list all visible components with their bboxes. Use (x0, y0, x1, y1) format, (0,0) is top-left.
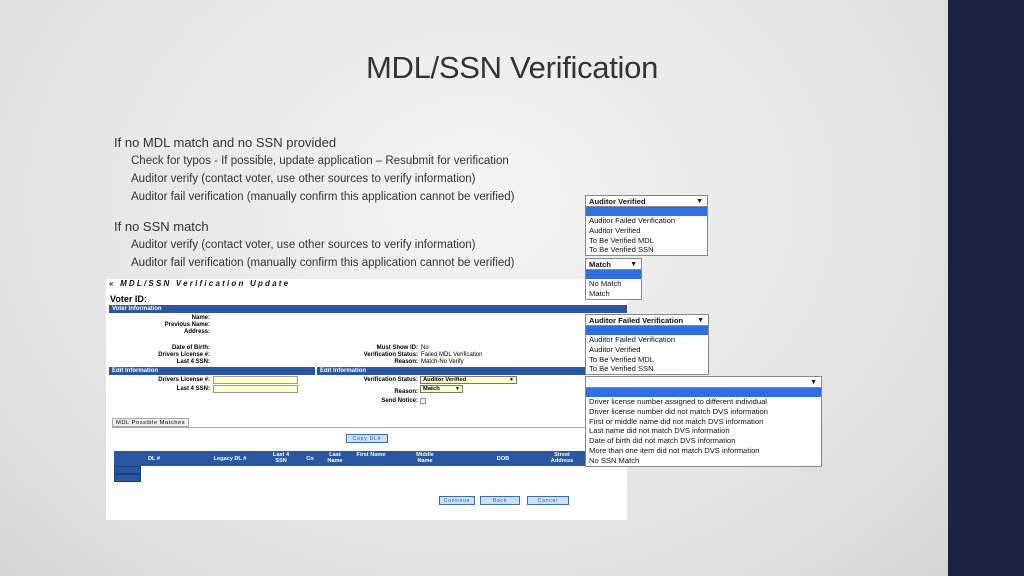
status-select[interactable]: Auditor Verified ▼ (420, 376, 517, 384)
back-button[interactable]: Back (480, 496, 520, 505)
cancel-button[interactable]: Cancel (527, 496, 569, 505)
failure-reason-dropdown[interactable]: ▼ Driver license number assigned to diff… (585, 376, 822, 467)
section-heading: If no SSN match (114, 219, 209, 234)
dropdown-option[interactable]: More than one item did not match DVS inf… (586, 446, 821, 456)
highlighted-option[interactable] (586, 207, 707, 216)
dropdown-option[interactable]: No SSN Match (586, 456, 821, 466)
highlighted-option[interactable] (586, 326, 708, 335)
ssn-label: Last 4 SSN: (176, 359, 210, 365)
dropdown-option[interactable]: To Be Verified MDL (586, 355, 708, 365)
tab-mdl-possible-matches[interactable]: MDL Possible Matches (112, 418, 190, 427)
dropdown-option[interactable]: Last name did not match DVS information (586, 426, 821, 436)
dropdown-selected[interactable]: ▼ (585, 376, 822, 388)
voter-id-label: Voter ID: (110, 294, 147, 304)
form-header: « MDL/SSN Verification Update (109, 279, 291, 288)
dropdown-selected[interactable]: Match ▼ (585, 258, 642, 270)
dropdown-option[interactable]: To Be Verified MDL (586, 236, 707, 246)
chevron-down-icon: ▼ (810, 379, 817, 386)
edit-ssn-label: Last 4 SSN: (176, 386, 210, 392)
reason-dropdown[interactable]: Match ▼ No Match Match (585, 258, 642, 300)
edit-info-bar-left: Edit Information (109, 367, 315, 375)
edit-info-bar-right: Edit Information (317, 367, 627, 375)
copy-dl-button[interactable]: Copy DL# (346, 434, 388, 443)
ssn-input[interactable] (213, 385, 298, 393)
column-header: Street Address (550, 452, 574, 464)
dropdown-list: Auditor Failed Verification Auditor Veri… (585, 326, 709, 376)
reason-select[interactable]: Match ▼ (420, 385, 463, 393)
continue-button[interactable]: Continue (439, 496, 475, 505)
column-header: DL # (147, 456, 161, 462)
bullet-item: Auditor fail verification (manually conf… (131, 191, 515, 203)
verification-form: « MDL/SSN Verification Update Voter ID: … (106, 279, 627, 520)
name-label: Name: (191, 315, 210, 321)
dl-label: Drivers License #: (158, 352, 210, 358)
chevron-down-icon: ▼ (630, 261, 637, 268)
bullet-item: Auditor fail verification (manually conf… (131, 257, 515, 269)
dropdown-selected[interactable]: Auditor Verified ▼ (585, 195, 708, 207)
dropdown-list: No Match Match (585, 270, 642, 300)
chevron-down-icon: ▼ (509, 377, 514, 383)
dropdown-option[interactable]: To Be Verified SSN (586, 364, 708, 374)
reason-label: Reason: (394, 359, 418, 365)
status-select-value: Auditor Verified (423, 377, 467, 383)
column-header: First Name (356, 452, 386, 458)
dropdown-option[interactable]: First or middle name did not match DVS i… (586, 417, 821, 427)
verification-status-label: Verification Status: (363, 352, 418, 358)
dob-label: Date of Birth: (172, 345, 210, 351)
must-show-id-value: No (421, 345, 429, 351)
send-notice-checkbox[interactable] (420, 398, 426, 404)
bullet-item: Auditor verify (contact voter, use other… (131, 239, 476, 251)
column-header: Middle Name (416, 452, 434, 464)
dropdown-selected[interactable]: Auditor Failed Verification ▼ (585, 314, 709, 326)
sidebar-accent (948, 0, 1024, 576)
dropdown-option[interactable]: Auditor Verified (586, 226, 707, 236)
matches-table-header: DL # Legacy DL # Last 4 SSN Co Last Name… (114, 451, 619, 466)
previous-name-label: Previous Name: (164, 322, 210, 328)
dropdown-list: Driver license number assigned to differ… (585, 388, 822, 467)
dl-input[interactable] (213, 376, 298, 384)
dropdown-option[interactable]: Driver license number assigned to differ… (586, 397, 821, 407)
verification-status-value: Failed MDL Verification (421, 352, 483, 358)
highlighted-option[interactable] (586, 270, 641, 279)
status-dropdown-2[interactable]: Auditor Failed Verification ▼ Auditor Fai… (585, 314, 709, 376)
dropdown-option[interactable]: Auditor Failed Verification (586, 216, 707, 226)
dropdown-option[interactable]: Driver license number did not match DVS … (586, 407, 821, 417)
slide-title: MDL/SSN Verification (365, 50, 659, 85)
column-header: Legacy DL # (213, 456, 247, 462)
bullet-item: Auditor verify (contact voter, use other… (131, 173, 476, 185)
send-notice-label: Send Notice: (381, 398, 418, 404)
column-header: Last 4 SSN (272, 452, 290, 464)
table-row[interactable] (114, 474, 141, 482)
edit-status-label: Verification Status: (363, 377, 418, 383)
edit-reason-label: Reason: (394, 389, 418, 395)
bullet-item: Check for typos - If possible, update ap… (131, 155, 509, 167)
column-header: Co (306, 456, 314, 462)
dropdown-option[interactable]: Match (586, 289, 641, 299)
dropdown-option[interactable]: Auditor Failed Verification (586, 335, 708, 345)
reason-value: Match-No Verify (421, 359, 464, 365)
dropdown-option[interactable]: Auditor Verified (586, 345, 708, 355)
chevron-down-icon: ▼ (696, 198, 703, 205)
reason-select-value: Match (423, 386, 440, 392)
column-header: DOB (496, 456, 510, 462)
voter-info-bar: Voter Information (109, 305, 627, 313)
chevron-down-icon: ▼ (455, 386, 460, 392)
edit-dl-label: Drivers License #: (158, 377, 210, 383)
bullet-list: If no MDL match and no SSN provided Chec… (114, 134, 515, 272)
dropdown-option[interactable]: To Be Verified SSN (586, 245, 707, 255)
dropdown-option[interactable]: Date of birth did not match DVS informat… (586, 436, 821, 446)
chevron-down-icon: ▼ (697, 317, 704, 324)
table-row[interactable] (114, 466, 141, 474)
status-dropdown-1[interactable]: Auditor Verified ▼ Auditor Failed Verific… (585, 195, 708, 257)
section-heading: If no MDL match and no SSN provided (114, 135, 337, 150)
column-header: Last Name (327, 452, 343, 464)
dropdown-list: Auditor Failed Verification Auditor Veri… (585, 207, 708, 257)
must-show-id-label: Must Show ID: (376, 345, 418, 351)
address-label: Address: (183, 329, 210, 335)
dropdown-option[interactable]: No Match (586, 279, 641, 289)
highlighted-option[interactable] (586, 388, 821, 397)
